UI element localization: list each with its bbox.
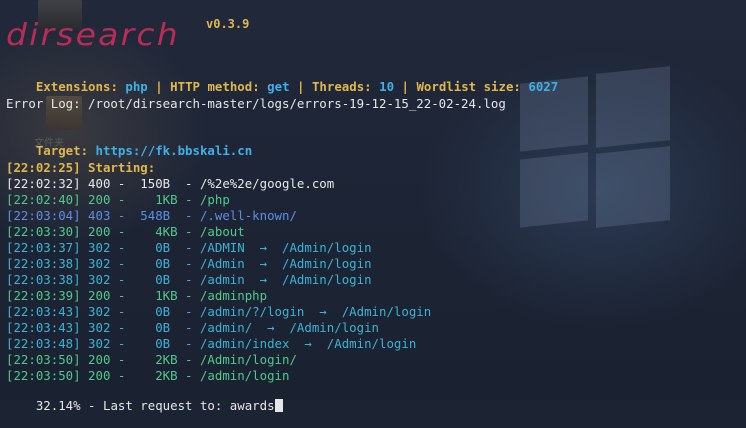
result-row: [22:02:32] 400 - 150B - /%2e%2e/google.c… — [6, 176, 335, 191]
result-row: [22:03:37] 302 - 0B - /ADMIN → /Admin/lo… — [6, 240, 372, 255]
terminal-window[interactable]: dirsearch v0.3.9 Extensions: php | HTTP … — [0, 0, 746, 413]
separator: | — [401, 79, 409, 94]
target-url: https://fk.bbskali.cn — [95, 143, 253, 158]
method-value: get — [267, 79, 290, 94]
result-row: [22:03:43] 302 - 0B - /admin/ → /Admin/l… — [6, 320, 379, 335]
result-row: [22:03:43] 302 - 0B - /admin/?/login → /… — [6, 304, 432, 319]
result-row: [22:03:38] 302 - 0B - /admin → /Admin/lo… — [6, 272, 372, 287]
terminal-cursor — [274, 399, 283, 412]
version-label: v0.3.9 — [206, 17, 250, 31]
separator: | — [297, 79, 305, 94]
result-row: [22:02:40] 200 - 1KB - /php — [6, 192, 230, 207]
result-row: [22:03:48] 302 - 0B - /admin/index → /Ad… — [6, 336, 417, 351]
starting-line: [22:02:25] Starting: — [6, 160, 156, 175]
result-row: [22:03:30] 200 - 4KB - /about — [6, 224, 245, 239]
result-row: [22:03:50] 200 - 2KB - /Admin/login/ — [6, 352, 297, 367]
threads-label: Threads: — [311, 79, 372, 94]
wordlist-value: 6027 — [528, 79, 559, 94]
target-label: Target: — [35, 143, 89, 158]
dirsearch-logo: dirsearch — [6, 18, 180, 53]
method-label: HTTP method: — [170, 79, 260, 94]
extensions-label: Extensions: — [35, 79, 118, 94]
separator: | — [155, 79, 163, 94]
error-log-line: Error Log: /root/dirsearch-master/logs/e… — [6, 96, 506, 111]
progress-text: 32.14% - Last request to: awards — [35, 398, 275, 413]
result-row: [22:03:50] 200 - 2KB - /admin/login — [6, 368, 290, 383]
result-row: [22:03:04] 403 - 548B - /.well-known/ — [6, 208, 297, 223]
result-row: [22:03:38] 302 - 0B - /Admin → /Admin/lo… — [6, 256, 372, 271]
progress-line: 32.14% - Last request to: awards — [6, 383, 283, 428]
extensions-value: php — [125, 79, 148, 94]
threads-value: 10 — [379, 79, 395, 94]
result-row: [22:03:39] 200 - 1KB - /adminphp — [6, 288, 268, 303]
wordlist-label: Wordlist size: — [416, 79, 521, 94]
